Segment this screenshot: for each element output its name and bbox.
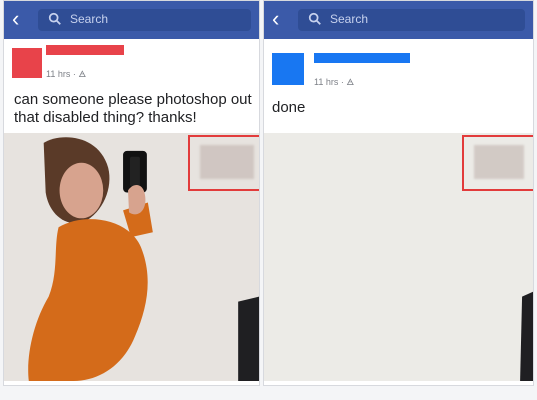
post-photo[interactable] [4,133,259,381]
profile-avatar[interactable] [12,48,42,78]
wheelchair-highlight-box [462,135,533,191]
redacted-name [46,45,124,55]
back-arrow-icon[interactable]: ‹ [12,8,28,30]
search-field[interactable]: Search [298,9,525,31]
search-placeholder: Search [330,12,369,26]
back-arrow-icon[interactable]: ‹ [272,8,288,30]
profile-avatar[interactable] [272,53,304,85]
wheelchair-highlight-box [188,135,259,191]
search-icon [308,12,321,25]
top-navigation-bar: ‹ Search [264,1,533,39]
left-screenshot-panel: ‹ Search 11 hrs · 🜁 can someone please p… [3,0,260,386]
post-timestamp: 11 hrs · 🜁 [46,69,87,79]
post-timestamp: 11 hrs · 🜁 [314,77,355,87]
post-caption: can someone please photoshop out that di… [14,91,252,126]
search-icon [48,12,61,25]
post-caption: done [272,99,306,116]
search-field[interactable]: Search [38,9,251,31]
redacted-name [314,53,410,63]
search-placeholder: Search [70,12,109,26]
wheelchair-image [200,145,254,179]
post-photo[interactable] [264,133,533,381]
top-navigation-bar: ‹ Search [4,1,259,39]
wheelchair-image [474,145,524,179]
right-screenshot-panel: ‹ Search 11 hrs · 🜁 done [263,0,534,386]
